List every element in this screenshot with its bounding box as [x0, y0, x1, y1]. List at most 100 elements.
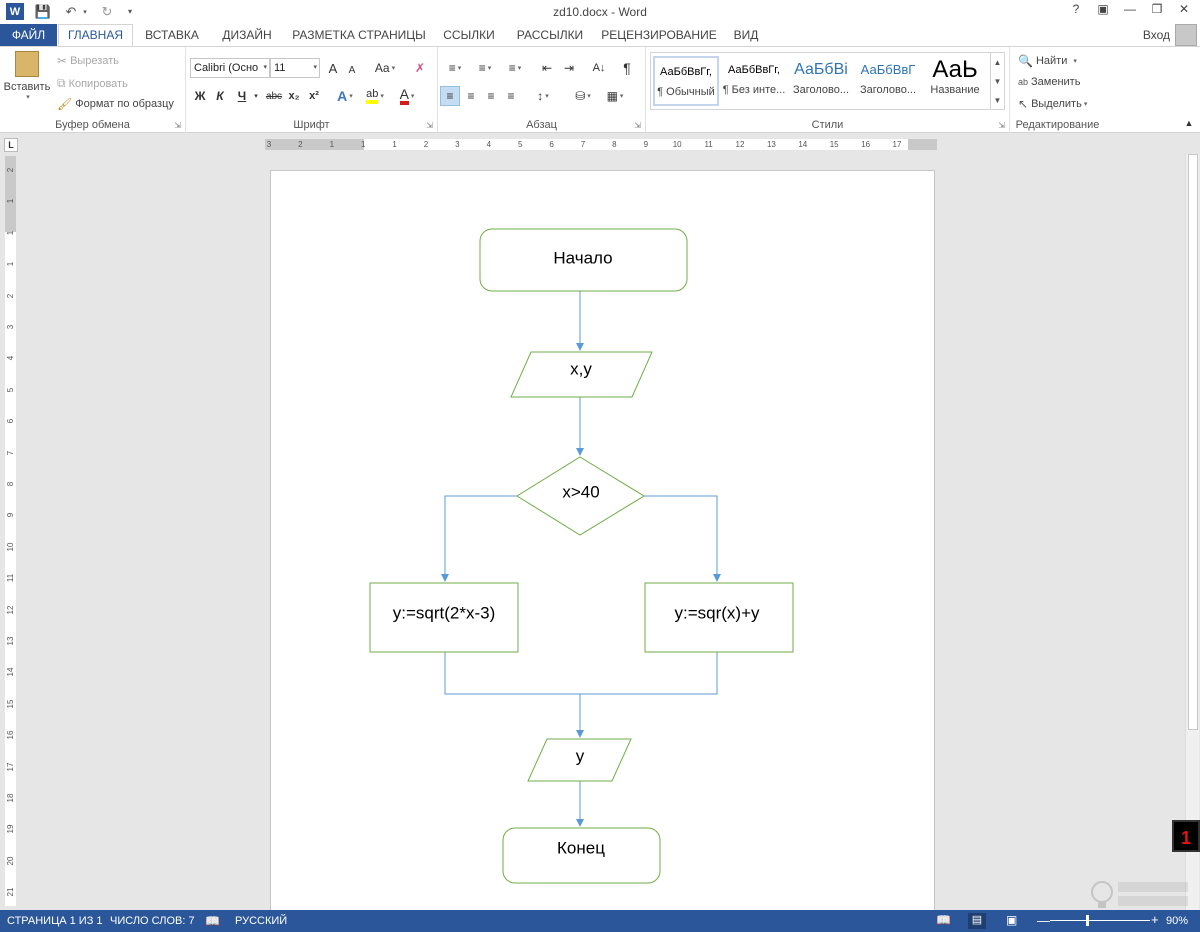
justify-icon[interactable]: ≡ [502, 86, 520, 106]
flowchart: Начало x,y x>40 y:=sqrt(2*x-3) y:=sqr(x)… [369, 228, 794, 884]
proofing-icon[interactable]: 📖 [205, 914, 220, 928]
tab-file[interactable]: ФАЙЛ [0, 24, 57, 46]
tab-review[interactable]: РЕЦЕНЗИРОВАНИЕ [600, 24, 718, 46]
styles-more-icon[interactable]: ▼ [990, 91, 1004, 110]
style-no-spacing[interactable]: АаБбВвГг, ¶ Без инте... [721, 56, 787, 106]
style-heading-1[interactable]: АаБбВі Заголово... [788, 56, 854, 106]
shading-button[interactable]: ⛁ ▾ [570, 86, 596, 106]
restore-button[interactable]: ❐ [1144, 2, 1170, 20]
style-title[interactable]: АаЬ Название [922, 56, 988, 106]
font-name-combo[interactable]: Calibri (Осно ▾ [190, 58, 270, 78]
align-left-icon[interactable]: ≡ [440, 86, 460, 106]
change-case-button[interactable]: Aa ▾ [370, 58, 400, 78]
minimize-button[interactable]: — [1117, 2, 1143, 20]
style-normal[interactable]: АаБбВвГг, ¶ Обычный [653, 56, 719, 106]
end-label: Конец [557, 838, 605, 857]
clipboard-launcher-icon[interactable]: ⇲ [174, 121, 181, 130]
tab-design[interactable]: ДИЗАЙН [214, 24, 280, 46]
line-spacing-button[interactable]: ↕ ▾ [530, 86, 556, 106]
horizontal-ruler[interactable]: 3 2 1 1 1 2 3 4 5 6 7 8 9 10 11 12 13 14 15 16 17 [265, 139, 937, 150]
ruler-tick: 19 [6, 824, 15, 834]
tab-layout[interactable]: РАЗМЕТКА СТРАНИЦЫ [290, 24, 428, 46]
avatar[interactable] [1175, 24, 1197, 46]
text-effects-button[interactable]: A ▾ [332, 86, 358, 106]
styles-scroll-up-icon[interactable]: ▲ [990, 53, 1004, 72]
tab-selector-icon[interactable]: L [4, 138, 18, 152]
collapse-ribbon-icon[interactable]: ▲ [1182, 113, 1196, 133]
grow-font-button[interactable]: A [324, 58, 342, 78]
tab-view[interactable]: ВИД [728, 24, 764, 46]
sign-in-link[interactable]: Вход [1143, 28, 1170, 42]
ruler-tick: 15 [6, 699, 15, 709]
select-button[interactable]: ↖ Выделить ▾ [1018, 97, 1087, 111]
styles-scroll-down-icon[interactable]: ▼ [990, 72, 1004, 91]
align-center-icon[interactable]: ≡ [462, 86, 480, 106]
ruler-tick: 18 [6, 793, 15, 803]
paragraph-launcher-icon[interactable]: ⇲ [634, 121, 641, 130]
tab-home[interactable]: ГЛАВНАЯ [58, 24, 133, 46]
styles-launcher-icon[interactable]: ⇲ [998, 121, 1005, 130]
ruler-tick: 16 [6, 730, 15, 740]
help-button[interactable]: ? [1063, 2, 1089, 20]
find-button[interactable]: 🔍 Найти ▾ [1018, 54, 1077, 68]
web-layout-icon[interactable]: ▣ [1006, 913, 1017, 927]
zoom-in-icon[interactable]: + [1151, 912, 1159, 927]
strikethrough-button[interactable]: abc [264, 86, 284, 106]
superscript-button[interactable]: x² [306, 86, 322, 106]
word-count[interactable]: ЧИСЛО СЛОВ: 7 [110, 915, 195, 927]
numbering-button[interactable]: ≡ ▾ [472, 58, 498, 78]
tab-insert[interactable]: ВСТАВКА [140, 24, 204, 46]
document-title: zd10.docx - Word [553, 5, 647, 19]
ruler-tick: 6 [6, 418, 15, 424]
shrink-font-button[interactable]: A [344, 60, 360, 80]
format-painter-button[interactable]: 🖌 Формат по образцу [57, 97, 174, 111]
underline-button[interactable]: Ч [234, 86, 250, 106]
highlight-button[interactable]: ab ▾ [362, 86, 388, 106]
vertical-ruler[interactable]: 2 1 1 1 2 3 4 5 6 7 8 9 10 11 12 13 14 15 16 17 18 19 20 21 [5, 156, 16, 906]
underline-dropdown-icon[interactable]: ▾ [252, 86, 260, 106]
bullets-button[interactable]: ≡ ▾ [442, 58, 468, 78]
paragraph-group-label: Абзац [526, 119, 557, 131]
font-size-combo[interactable]: 11 ▾ [270, 58, 320, 78]
style-heading-2[interactable]: АаБбВвГ Заголово... [855, 56, 921, 106]
multilevel-list-button[interactable]: ≡ ▾ [502, 58, 528, 78]
increase-indent-icon[interactable]: ⇥ [560, 58, 578, 78]
document-page[interactable]: Начало x,y x>40 y:=sqrt(2*x-3) y:=sqr(x)… [270, 170, 935, 915]
language[interactable]: РУССКИЙ [235, 915, 287, 927]
text-effects-label: A [337, 88, 348, 104]
align-right-icon[interactable]: ≡ [482, 86, 500, 106]
ruler-tick: 1 [329, 140, 335, 149]
vertical-scrollbar[interactable] [1185, 154, 1199, 910]
tab-mailings[interactable]: РАССЫЛКИ [510, 24, 590, 46]
font-group-label: Шрифт [293, 119, 330, 131]
ribbon-tabs: ФАЙЛ ГЛАВНАЯ ВСТАВКА ДИЗАЙН РАЗМЕТКА СТР… [0, 24, 1200, 46]
chevron-down-icon: ▾ [391, 65, 396, 72]
bold-button[interactable]: Ж [192, 86, 208, 106]
ruler-left-margin [265, 139, 364, 150]
copy-button[interactable]: ⧉ Копировать [57, 76, 128, 91]
close-button[interactable]: ✕ [1171, 2, 1197, 20]
show-marks-button[interactable]: ¶ [618, 58, 636, 78]
decrease-indent-icon[interactable]: ⇤ [538, 58, 556, 78]
read-mode-icon[interactable]: 📖 [936, 913, 951, 927]
zoom-slider-thumb[interactable] [1086, 915, 1089, 926]
italic-button[interactable]: К [212, 86, 228, 106]
print-layout-icon[interactable]: ▤ [968, 913, 986, 929]
sort-button[interactable]: A↓ [588, 58, 610, 78]
ruler-tick: 14 [798, 140, 808, 149]
zoom-slider[interactable] [1050, 920, 1150, 921]
scrollbar-thumb[interactable] [1188, 154, 1198, 730]
ribbon-display-options-icon[interactable]: ▣ [1090, 2, 1116, 20]
subscript-button[interactable]: x₂ [286, 86, 302, 106]
zoom-level[interactable]: 90% [1166, 915, 1188, 927]
paste-button[interactable]: Вставить ▾ [3, 51, 51, 115]
clear-formatting-icon[interactable]: ✗ [410, 58, 430, 78]
page-count[interactable]: СТРАНИЦА 1 ИЗ 1 [7, 915, 103, 927]
font-color-button[interactable]: A ▾ [394, 86, 420, 106]
cut-button[interactable]: ✂ Вырезать [57, 54, 119, 68]
borders-button[interactable]: ▦ ▾ [602, 86, 628, 106]
tab-references[interactable]: ССЫЛКИ [438, 24, 500, 46]
zoom-out-icon[interactable]: — [1037, 913, 1050, 928]
font-launcher-icon[interactable]: ⇲ [426, 121, 433, 130]
replace-button[interactable]: ab Заменить [1018, 76, 1080, 88]
